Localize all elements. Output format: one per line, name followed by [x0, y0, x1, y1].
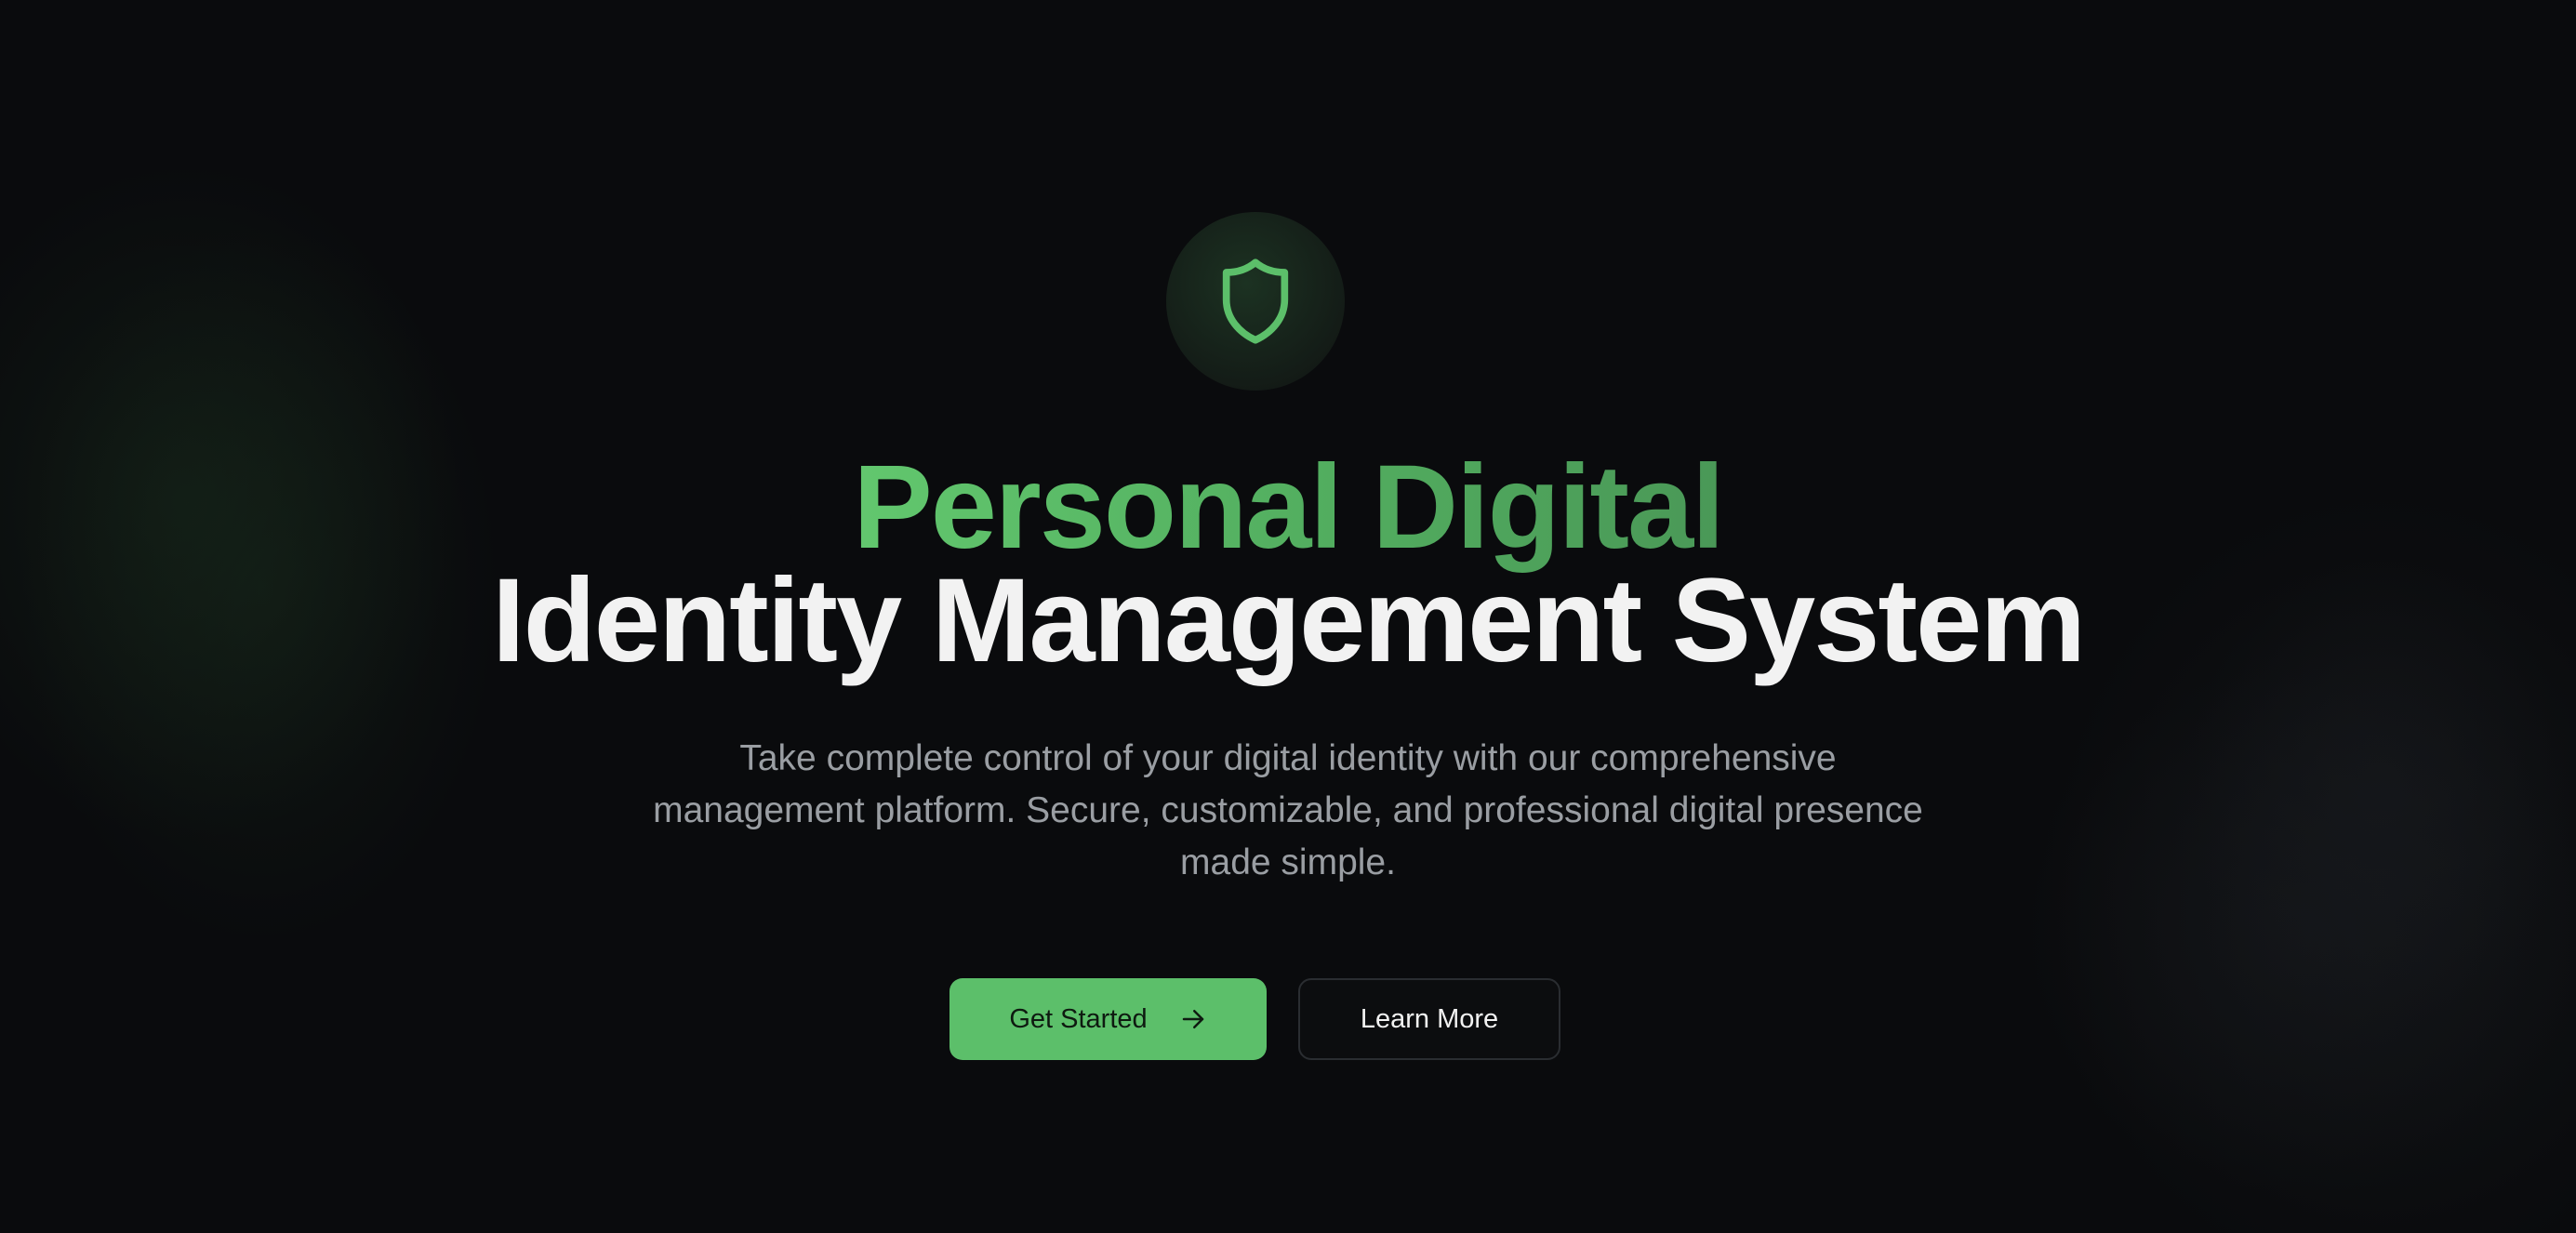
get-started-button[interactable]: Get Started — [949, 978, 1267, 1060]
learn-more-label: Learn More — [1360, 1003, 1499, 1034]
hero-title-line2: Identity Management System — [492, 554, 2086, 687]
learn-more-button[interactable]: Learn More — [1298, 978, 1560, 1060]
background-glow-right — [2027, 670, 2576, 1190]
hero-icon-badge — [1166, 212, 1345, 391]
get-started-label: Get Started — [1009, 1003, 1148, 1034]
arrow-right-icon — [1182, 1010, 1203, 1028]
hero-title-highlight: Personal Digital — [0, 448, 2576, 567]
landing-page: Personal Digital Identity Management Sys… — [0, 0, 2576, 1233]
hero-subtitle: Take complete control of your digital id… — [653, 738, 1923, 882]
shield-icon — [1222, 259, 1289, 344]
